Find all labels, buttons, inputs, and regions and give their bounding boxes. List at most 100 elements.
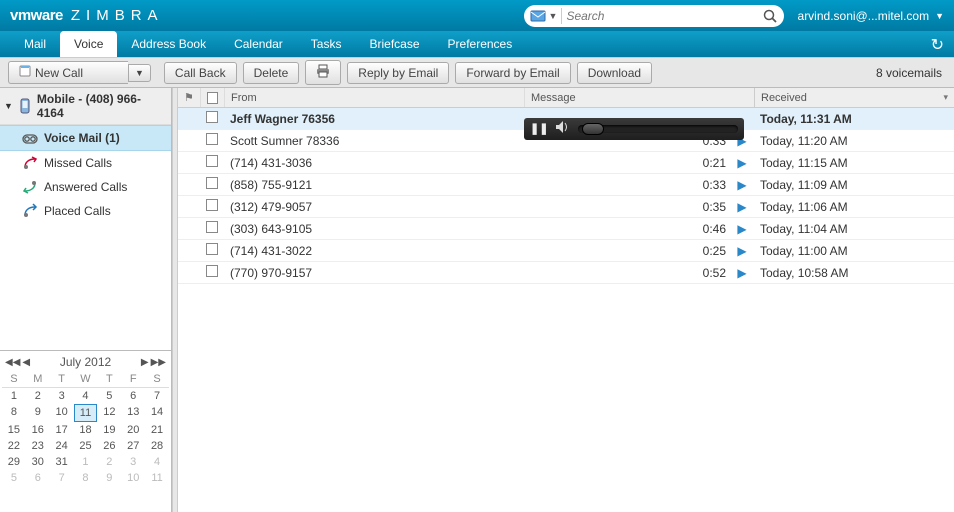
cal-prev-month-icon[interactable]: ◀: [21, 357, 31, 368]
cal-day[interactable]: 16: [26, 422, 50, 438]
search-box[interactable]: ▼: [524, 5, 784, 27]
cal-day[interactable]: 1: [74, 454, 98, 470]
cal-day[interactable]: 30: [26, 454, 50, 470]
tab-preferences[interactable]: Preferences: [434, 31, 527, 57]
row-checkbox[interactable]: [200, 221, 224, 236]
tree-item-missed-calls[interactable]: Missed Calls: [0, 151, 171, 175]
search-icon[interactable]: [762, 8, 778, 24]
list-col-message[interactable]: Message: [524, 88, 754, 107]
voicemail-row[interactable]: (770) 970-91570:52▶Today, 10:58 AM: [178, 262, 954, 284]
new-call-dropdown[interactable]: ▼: [128, 64, 151, 82]
delete-button[interactable]: Delete: [243, 62, 300, 84]
cal-day[interactable]: 6: [121, 388, 145, 404]
cal-day[interactable]: 23: [26, 438, 50, 454]
call-back-button[interactable]: Call Back: [164, 62, 237, 84]
cal-day[interactable]: 29: [2, 454, 26, 470]
row-checkbox[interactable]: [200, 155, 224, 170]
cal-day[interactable]: 7: [50, 470, 74, 486]
cal-day[interactable]: 4: [145, 454, 169, 470]
download-button[interactable]: Download: [577, 62, 652, 84]
tab-mail[interactable]: Mail: [10, 31, 60, 57]
cal-day[interactable]: 12: [97, 404, 121, 422]
row-play-button[interactable]: ▶: [730, 222, 754, 236]
cal-day[interactable]: 11: [145, 470, 169, 486]
cal-day[interactable]: 31: [50, 454, 74, 470]
cal-next-month-icon[interactable]: ▶: [140, 357, 150, 368]
cal-day[interactable]: 3: [121, 454, 145, 470]
cal-day[interactable]: 8: [2, 404, 26, 422]
list-col-from[interactable]: From: [224, 88, 524, 107]
tree-root-mobile[interactable]: ▼ Mobile - (408) 966-4164: [0, 88, 171, 125]
tree-item-placed-calls[interactable]: Placed Calls: [0, 199, 171, 223]
cal-day[interactable]: 3: [50, 388, 74, 404]
refresh-icon[interactable]: ↻: [931, 35, 944, 55]
row-play-button[interactable]: ▶: [730, 200, 754, 214]
cal-day[interactable]: 28: [145, 438, 169, 454]
row-checkbox[interactable]: [200, 177, 224, 192]
cal-day[interactable]: 14: [145, 404, 169, 422]
cal-day[interactable]: 15: [2, 422, 26, 438]
pause-icon[interactable]: ❚❚: [530, 122, 548, 135]
tab-calendar[interactable]: Calendar: [220, 31, 297, 57]
new-call-button[interactable]: New Call: [8, 61, 128, 84]
tab-address-book[interactable]: Address Book: [117, 31, 220, 57]
voicemail-row[interactable]: Jeff Wagner 76356❚❚Today, 11:31 AM: [178, 108, 954, 130]
audio-player[interactable]: ❚❚: [524, 118, 744, 140]
cal-day[interactable]: 27: [121, 438, 145, 454]
cal-day[interactable]: 2: [97, 454, 121, 470]
cal-day[interactable]: 8: [74, 470, 98, 486]
tree-item-voicemail[interactable]: Voice Mail (1): [0, 125, 171, 151]
row-play-button[interactable]: ▶: [730, 266, 754, 280]
voicemail-row[interactable]: (303) 643-91050:46▶Today, 11:04 AM: [178, 218, 954, 240]
search-scope-dropdown[interactable]: ▼: [530, 8, 563, 24]
print-button[interactable]: [305, 60, 341, 85]
row-checkbox[interactable]: [200, 133, 224, 148]
cal-day[interactable]: 24: [50, 438, 74, 454]
row-play-button[interactable]: ▶: [730, 178, 754, 192]
cal-prev-year-icon[interactable]: ◀◀: [4, 357, 21, 368]
cal-day[interactable]: 5: [97, 388, 121, 404]
row-play-button[interactable]: ▶: [730, 156, 754, 170]
cal-day[interactable]: 19: [97, 422, 121, 438]
cal-day[interactable]: 22: [2, 438, 26, 454]
cal-day[interactable]: 10: [121, 470, 145, 486]
cal-day[interactable]: 13: [121, 404, 145, 422]
tab-briefcase[interactable]: Briefcase: [355, 31, 433, 57]
cal-next-year-icon[interactable]: ▶▶: [150, 357, 167, 368]
row-play-button[interactable]: ▶: [730, 244, 754, 258]
voicemail-row[interactable]: (858) 755-91210:33▶Today, 11:09 AM: [178, 174, 954, 196]
player-thumb[interactable]: [582, 123, 604, 135]
cal-day[interactable]: 10: [50, 404, 74, 422]
voicemail-row[interactable]: (714) 431-30220:25▶Today, 11:00 AM: [178, 240, 954, 262]
cal-day[interactable]: 17: [50, 422, 74, 438]
row-checkbox[interactable]: [200, 111, 224, 126]
list-col-flag[interactable]: ⚑: [178, 88, 200, 107]
cal-day[interactable]: 1: [2, 388, 26, 404]
cal-day[interactable]: 2: [26, 388, 50, 404]
user-menu[interactable]: arvind.soni@...mitel.com ▼: [798, 9, 944, 23]
cal-day[interactable]: 5: [2, 470, 26, 486]
search-input[interactable]: [566, 9, 761, 23]
volume-icon[interactable]: [556, 121, 570, 136]
cal-day[interactable]: 7: [145, 388, 169, 404]
row-checkbox[interactable]: [200, 243, 224, 258]
cal-day[interactable]: 26: [97, 438, 121, 454]
list-col-received[interactable]: Received ▾: [754, 88, 954, 107]
tab-voice[interactable]: Voice: [60, 31, 117, 57]
reply-by-email-button[interactable]: Reply by Email: [347, 62, 449, 84]
player-track[interactable]: [578, 125, 738, 133]
cal-day[interactable]: 4: [74, 388, 98, 404]
cal-day[interactable]: 9: [26, 404, 50, 422]
tree-item-answered-calls[interactable]: Answered Calls: [0, 175, 171, 199]
voicemail-row[interactable]: (714) 431-30360:21▶Today, 11:15 AM: [178, 152, 954, 174]
voicemail-row[interactable]: (312) 479-90570:35▶Today, 11:06 AM: [178, 196, 954, 218]
forward-by-email-button[interactable]: Forward by Email: [455, 62, 570, 84]
cal-day[interactable]: 6: [26, 470, 50, 486]
cal-day[interactable]: 11: [74, 404, 98, 422]
cal-day[interactable]: 21: [145, 422, 169, 438]
tab-tasks[interactable]: Tasks: [297, 31, 356, 57]
list-col-checkbox[interactable]: [200, 88, 224, 107]
cal-day[interactable]: 20: [121, 422, 145, 438]
cal-day[interactable]: 18: [74, 422, 98, 438]
cal-day[interactable]: 25: [74, 438, 98, 454]
